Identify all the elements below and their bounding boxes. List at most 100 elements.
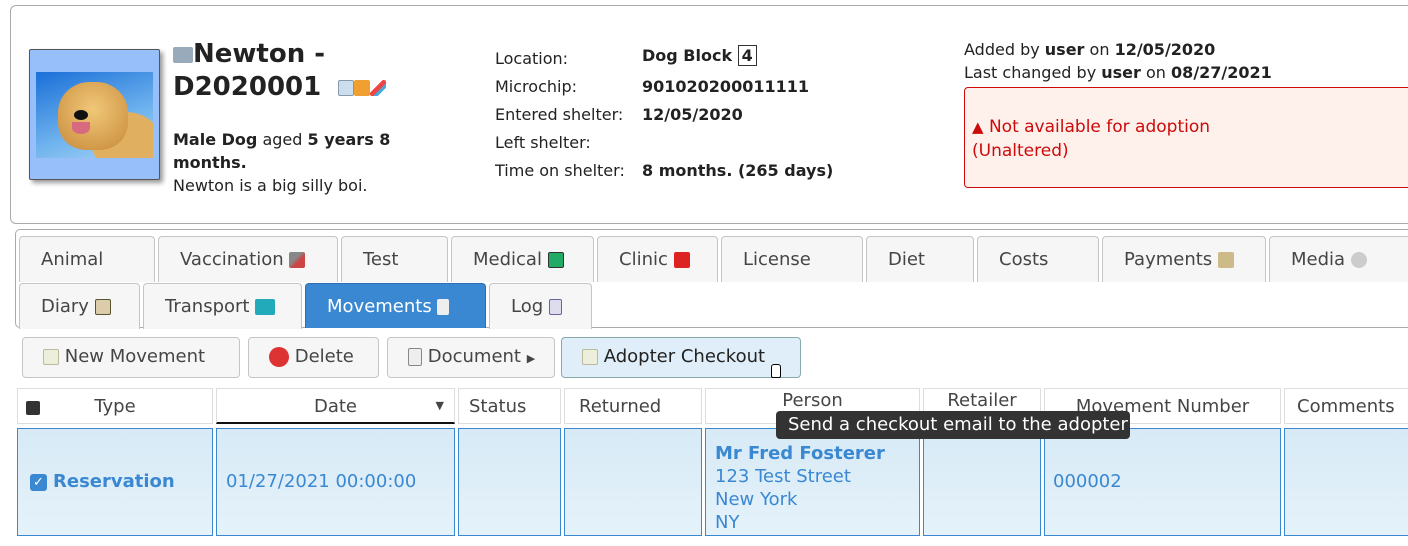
adoption-alert: ▲ Not available for adoption (Unaltered) bbox=[964, 87, 1408, 188]
animal-photo[interactable] bbox=[29, 49, 160, 180]
row-checkbox[interactable]: ✓ bbox=[30, 473, 47, 491]
cell-status bbox=[458, 428, 561, 536]
added-by: Added by user on 12/05/2020 bbox=[964, 40, 1215, 59]
location-value: Dog Block 4 bbox=[642, 45, 757, 66]
added-date: 12/05/2020 bbox=[1114, 40, 1216, 59]
column-returned[interactable]: Returned bbox=[564, 388, 702, 424]
cell-comments bbox=[1284, 428, 1408, 536]
submenu-arrow-icon: ▶ bbox=[526, 352, 536, 365]
tab-label: Test bbox=[363, 249, 399, 270]
aged-label: aged bbox=[262, 130, 303, 149]
button-label: Adopter Checkout bbox=[603, 346, 766, 367]
on-word: on bbox=[1089, 40, 1110, 59]
person-state: NY bbox=[715, 512, 740, 533]
location-label: Location: bbox=[495, 49, 569, 68]
syringe-icon bbox=[370, 79, 387, 96]
time-label: Time on shelter: bbox=[495, 161, 625, 180]
movement-type-link[interactable]: Reservation bbox=[53, 471, 175, 492]
tab-test[interactable]: Test bbox=[341, 236, 448, 282]
tab-transport[interactable]: Transport bbox=[143, 283, 302, 329]
changed-user: user bbox=[1101, 63, 1141, 82]
person-city: New York bbox=[715, 489, 798, 510]
button-label: Document bbox=[427, 346, 521, 367]
adopter-checkout-button[interactable]: Adopter Checkout bbox=[561, 337, 801, 378]
tab-label: Log bbox=[511, 296, 544, 317]
tab-diary[interactable]: Diary bbox=[19, 283, 140, 329]
select-all-icon[interactable] bbox=[26, 401, 40, 415]
tab-log[interactable]: Log bbox=[489, 283, 592, 329]
microchip-label: Microchip: bbox=[495, 77, 577, 96]
cell-movement-number: 000002 bbox=[1044, 428, 1281, 536]
location-name: Dog Block bbox=[642, 46, 733, 65]
heart-monitor-icon bbox=[547, 252, 564, 268]
description: Newton is a big silly boi. bbox=[173, 176, 368, 195]
entered-value: 12/05/2020 bbox=[642, 105, 743, 124]
animal-name-text: Newton - D2020001 bbox=[173, 39, 326, 102]
tab-license[interactable]: License bbox=[721, 236, 863, 282]
header-label: Person bbox=[782, 390, 843, 411]
cell-type: ✓ Reservation bbox=[17, 428, 213, 536]
changed-prefix: Last changed by bbox=[964, 63, 1097, 82]
header-label: Date bbox=[313, 396, 358, 417]
tab-clinic[interactable]: Clinic bbox=[597, 236, 718, 282]
button-label: New Movement bbox=[64, 346, 206, 367]
van-icon bbox=[255, 299, 276, 315]
new-movement-button[interactable]: New Movement bbox=[22, 337, 240, 378]
diary-icon bbox=[94, 299, 111, 315]
dog-image bbox=[36, 72, 153, 158]
cell-returned bbox=[564, 428, 702, 536]
cell-person: Mr Fred Fosterer 123 Test Street New York N… bbox=[705, 428, 920, 536]
header-label: Retailer bbox=[947, 390, 1017, 411]
tab-medical[interactable]: Medical bbox=[451, 236, 594, 282]
log-icon bbox=[548, 299, 562, 315]
movement-icon bbox=[437, 299, 450, 315]
syringe-icon bbox=[289, 252, 306, 268]
tab-movements[interactable]: Movements bbox=[305, 283, 486, 328]
alert-line1: Not available for adoption bbox=[988, 117, 1211, 137]
sort-desc-icon: ▼ bbox=[435, 399, 444, 412]
document-icon bbox=[408, 348, 422, 366]
tab-label: Diet bbox=[888, 249, 925, 270]
microchip-value: 901020200011111 bbox=[642, 77, 809, 96]
left-label: Left shelter: bbox=[495, 133, 591, 152]
first-aid-icon bbox=[673, 252, 690, 268]
cell-retailer bbox=[923, 428, 1041, 536]
column-type[interactable]: Type bbox=[17, 388, 213, 424]
document-button[interactable]: Document ▶ bbox=[387, 337, 555, 378]
tab-payments[interactable]: Payments bbox=[1102, 236, 1266, 282]
column-status[interactable]: Status bbox=[458, 388, 561, 424]
tooltip: Send a checkout email to the adopter bbox=[776, 411, 1130, 439]
column-date[interactable]: Date ▼ bbox=[216, 388, 455, 424]
time-value: 8 months. (265 days) bbox=[642, 161, 834, 180]
header-label: Status bbox=[469, 396, 527, 417]
calendar-icon bbox=[338, 79, 355, 96]
header-label: Type bbox=[94, 396, 136, 417]
tab-label: Medical bbox=[473, 249, 542, 270]
mouse-cursor-icon bbox=[771, 364, 781, 378]
tab-label: Media bbox=[1291, 249, 1346, 270]
column-comments[interactable]: Comments bbox=[1284, 388, 1408, 424]
tab-label: Animal bbox=[41, 249, 104, 270]
changed-date: 08/27/2021 bbox=[1171, 63, 1272, 82]
tab-diet[interactable]: Diet bbox=[866, 236, 974, 282]
person-link[interactable]: Mr Fred Fosterer bbox=[715, 443, 885, 464]
header-label: Comments bbox=[1297, 396, 1395, 417]
tab-animal[interactable]: Animal bbox=[19, 236, 155, 282]
tab-label: Clinic bbox=[619, 249, 668, 270]
tab-label: Movements bbox=[327, 296, 432, 317]
sex-species: Male Dog bbox=[173, 130, 258, 149]
changed-by: Last changed by user on 08/27/2021 bbox=[964, 63, 1272, 82]
tab-label: License bbox=[743, 249, 811, 270]
alert-line2: (Unaltered) bbox=[972, 141, 1069, 161]
delete-button[interactable]: Delete bbox=[248, 337, 379, 378]
tab-media[interactable]: Media bbox=[1269, 236, 1408, 282]
tab-label: Payments bbox=[1124, 249, 1213, 270]
cell-date: 01/27/2021 00:00:00 bbox=[216, 428, 455, 536]
delete-icon bbox=[269, 347, 289, 367]
header-label: Returned bbox=[579, 396, 662, 417]
tab-vaccination[interactable]: Vaccination bbox=[158, 236, 338, 282]
tab-costs[interactable]: Costs bbox=[977, 236, 1099, 282]
warning-icon: ▲ bbox=[972, 118, 984, 136]
cd-icon bbox=[1350, 252, 1367, 268]
species-icon bbox=[173, 46, 193, 63]
